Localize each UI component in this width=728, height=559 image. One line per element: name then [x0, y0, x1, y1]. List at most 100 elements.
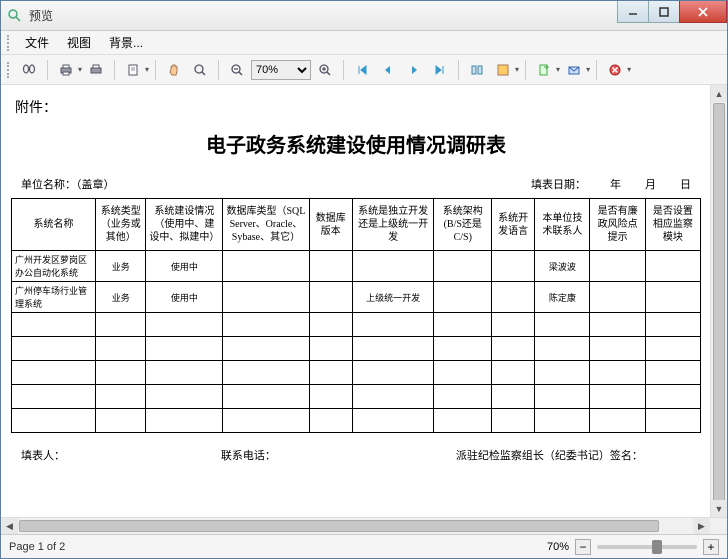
print-button[interactable] — [54, 58, 78, 82]
table-cell — [146, 313, 223, 337]
statusbar: Page 1 of 2 70% − + — [1, 534, 727, 558]
table-cell — [645, 361, 700, 385]
menu-background[interactable]: 背景... — [101, 32, 151, 53]
toolbar-separator — [155, 60, 156, 80]
table-cell: 上级统一开发 — [352, 282, 434, 313]
email-button[interactable] — [562, 58, 586, 82]
scroll-left-arrow[interactable]: ◀ — [1, 518, 18, 534]
minimize-button[interactable] — [617, 1, 649, 23]
table-cell — [535, 361, 590, 385]
close-dropdown[interactable]: ▾ — [627, 65, 631, 74]
table-cell — [645, 337, 700, 361]
table-cell — [309, 409, 352, 433]
table-cell — [492, 282, 535, 313]
table-header-cell: 系统建设情况（使用中、建设中、拟建中） — [146, 199, 223, 251]
table-row: 广州停车场行业管理系统业务使用中上级统一开发陈定康 — [12, 282, 701, 313]
unit-name-label: 单位名称：（盖章） — [21, 176, 531, 192]
zoom-in-button[interactable] — [313, 58, 337, 82]
table-row — [12, 313, 701, 337]
color-button[interactable] — [491, 58, 515, 82]
print-dropdown[interactable]: ▾ — [78, 65, 82, 74]
close-button[interactable] — [679, 1, 727, 23]
scroll-down-arrow[interactable]: ▼ — [711, 500, 727, 517]
content-area: 附件： 电子政务系统建设使用情况调研表 单位名称：（盖章） 填表日期： 年 月 … — [1, 85, 727, 517]
magnifier-button[interactable] — [188, 58, 212, 82]
close-preview-button[interactable] — [603, 58, 627, 82]
menu-file[interactable]: 文件 — [17, 32, 57, 53]
table-cell — [223, 251, 309, 282]
zoom-plus-button[interactable]: + — [703, 539, 719, 555]
menu-view[interactable]: 视图 — [59, 32, 99, 53]
export-button[interactable] — [532, 58, 556, 82]
quick-print-button[interactable] — [84, 58, 108, 82]
table-cell — [352, 313, 434, 337]
table-cell — [146, 361, 223, 385]
table-header-cell: 本单位技术联系人 — [535, 199, 590, 251]
table-cell — [590, 361, 645, 385]
vertical-scroll-thumb[interactable] — [713, 103, 725, 503]
table-cell — [12, 337, 96, 361]
horizontal-scrollbar[interactable]: ◀ ▶ — [1, 518, 710, 534]
zoom-select[interactable]: 70% — [251, 60, 311, 80]
page-indicator: Page 1 of 2 — [9, 541, 547, 553]
table-cell — [309, 282, 352, 313]
page-setup-button[interactable] — [121, 58, 145, 82]
toolbar-separator — [218, 60, 219, 80]
window-controls — [618, 1, 727, 30]
table-cell — [352, 361, 434, 385]
table-cell — [12, 361, 96, 385]
multipage-button[interactable] — [465, 58, 489, 82]
horizontal-scroll-thumb[interactable] — [19, 520, 659, 532]
table-cell — [309, 385, 352, 409]
table-cell — [223, 385, 309, 409]
table-cell — [535, 337, 590, 361]
filler-label: 填表人： — [21, 447, 221, 463]
zoom-out-button[interactable] — [225, 58, 249, 82]
table-header-cell: 系统类型（业务或其他） — [96, 199, 146, 251]
table-row — [12, 409, 701, 433]
scrollbar-corner — [710, 518, 727, 534]
toolbar-grip — [7, 62, 15, 78]
table-cell — [434, 282, 492, 313]
fill-date-label: 填表日期： — [531, 176, 586, 192]
document-page: 附件： 电子政务系统建设使用情况调研表 单位名称：（盖章） 填表日期： 年 月 … — [11, 97, 701, 463]
table-cell — [492, 337, 535, 361]
page-setup-dropdown[interactable]: ▾ — [145, 65, 149, 74]
find-button[interactable] — [17, 58, 41, 82]
table-cell — [434, 251, 492, 282]
vertical-scrollbar[interactable]: ▲ ▼ — [710, 85, 727, 517]
first-page-button[interactable] — [350, 58, 374, 82]
table-cell — [96, 361, 146, 385]
table-cell — [590, 385, 645, 409]
next-page-button[interactable] — [402, 58, 426, 82]
table-cell — [590, 313, 645, 337]
hand-tool-button[interactable] — [162, 58, 186, 82]
table-cell — [645, 251, 700, 282]
table-cell — [309, 337, 352, 361]
zoom-slider-thumb[interactable] — [652, 540, 662, 554]
table-cell — [492, 313, 535, 337]
table-cell — [146, 409, 223, 433]
table-cell — [96, 409, 146, 433]
table-row: 广州开发区萝岗区办公自动化系统业务使用中梁波波 — [12, 251, 701, 282]
table-cell — [146, 385, 223, 409]
table-cell — [492, 385, 535, 409]
scroll-up-arrow[interactable]: ▲ — [711, 85, 727, 102]
prev-page-button[interactable] — [376, 58, 400, 82]
scroll-right-arrow[interactable]: ▶ — [693, 518, 710, 534]
table-cell: 广州开发区萝岗区办公自动化系统 — [12, 251, 96, 282]
export-dropdown[interactable]: ▾ — [556, 65, 560, 74]
color-dropdown[interactable]: ▾ — [515, 65, 519, 74]
table-cell — [309, 361, 352, 385]
zoom-minus-button[interactable]: − — [575, 539, 591, 555]
last-page-button[interactable] — [428, 58, 452, 82]
table-cell — [645, 313, 700, 337]
maximize-button[interactable] — [648, 1, 680, 23]
email-dropdown[interactable]: ▾ — [586, 65, 590, 74]
zoom-slider[interactable] — [597, 545, 697, 549]
preview-window: 预览 文件 视图 背景... ▾ ▾ 70% — [0, 0, 728, 559]
table-cell: 陈定康 — [535, 282, 590, 313]
table-cell — [434, 385, 492, 409]
table-cell — [223, 282, 309, 313]
page-view[interactable]: 附件： 电子政务系统建设使用情况调研表 单位名称：（盖章） 填表日期： 年 月 … — [1, 85, 710, 517]
